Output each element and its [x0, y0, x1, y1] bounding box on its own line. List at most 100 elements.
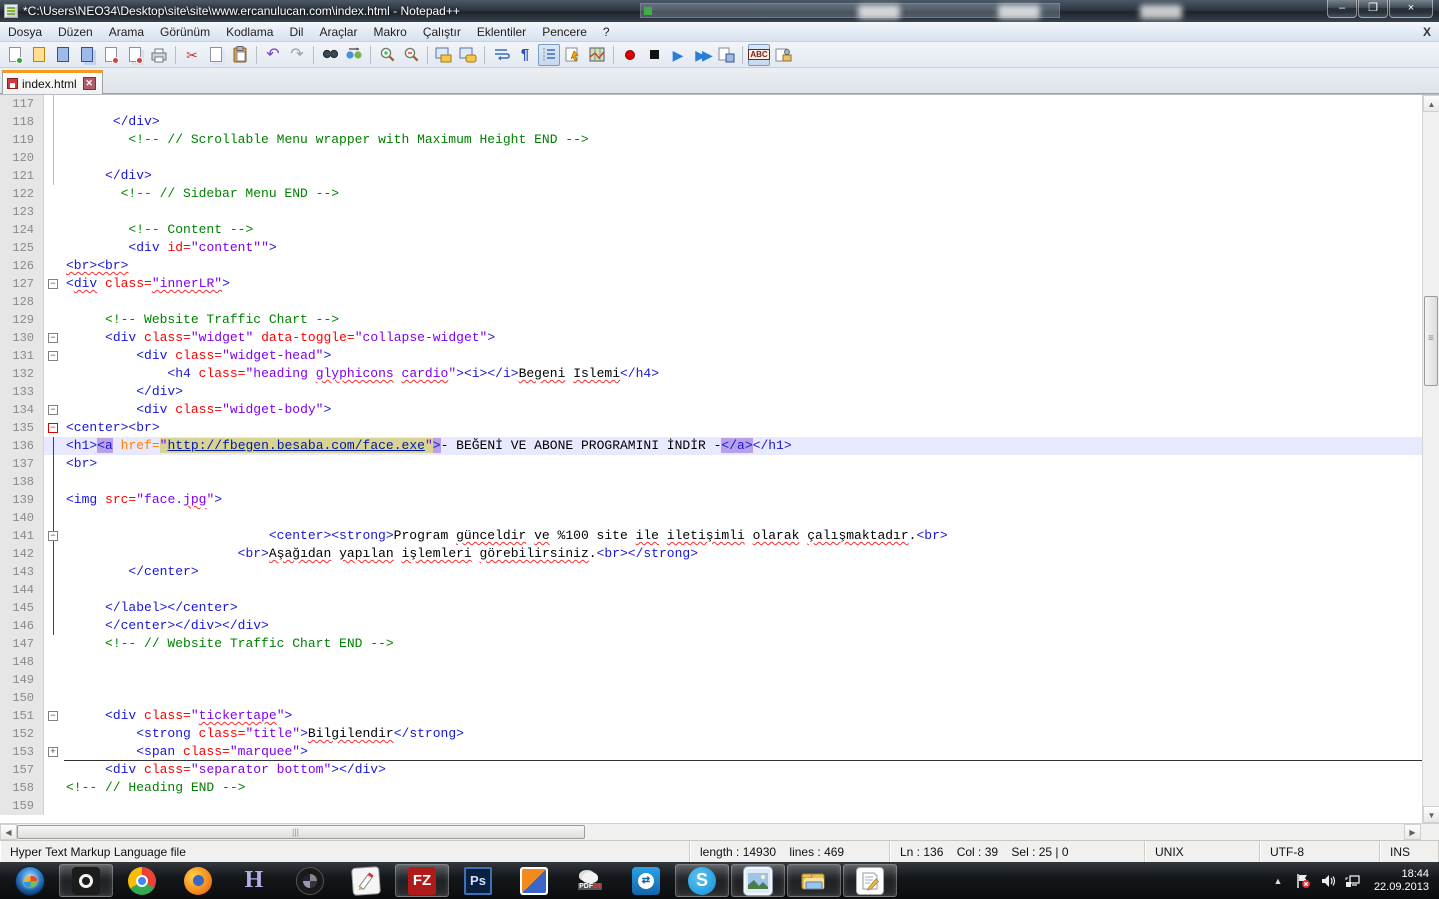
fold-collapse-icon[interactable]: −	[48, 279, 58, 289]
fold-collapse-icon[interactable]: −	[48, 711, 58, 721]
scroll-right-arrow[interactable]: ▶	[1404, 824, 1421, 840]
tray-expand-arrow-icon[interactable]: ▲	[1270, 873, 1286, 889]
menu-item-dosya[interactable]: Dosya	[0, 23, 50, 41]
action-center-flag-icon[interactable]	[1295, 873, 1311, 889]
taskbar-picasa-button[interactable]	[283, 864, 337, 897]
code-line-134[interactable]: 134− <div class="widget-body">	[0, 401, 1422, 419]
code-line-119[interactable]: 119 <!-- // Scrollable Menu wrapper with…	[0, 131, 1422, 149]
fold-collapse-icon[interactable]: −	[48, 405, 58, 415]
code-line-159[interactable]: 159	[0, 797, 1422, 815]
code-line-127[interactable]: 127− <div class="innerLR">	[0, 275, 1422, 293]
code-line-148[interactable]: 148	[0, 653, 1422, 671]
paste-icon[interactable]	[229, 44, 251, 66]
find-icon[interactable]	[319, 44, 341, 66]
menu-item-d-zen[interactable]: Düzen	[50, 23, 101, 41]
horizontal-scrollbar[interactable]: ◀ ▶	[0, 823, 1439, 840]
menu-item-pencere[interactable]: Pencere	[534, 23, 595, 41]
spell-check-icon[interactable]: ABC	[748, 43, 770, 66]
code-line-143[interactable]: 143 </center>	[0, 563, 1422, 581]
scroll-left-arrow[interactable]: ◀	[0, 824, 17, 840]
taskbar-skype-button[interactable]: S	[675, 864, 729, 897]
code-line-129[interactable]: 129 <!-- Website Traffic Chart -->	[0, 311, 1422, 329]
function-completion-icon[interactable]	[562, 44, 584, 66]
zoom-in-icon[interactable]	[376, 44, 398, 66]
show-all-chars-icon[interactable]: ¶	[514, 44, 536, 66]
taskbar-opera-button[interactable]	[59, 864, 113, 897]
minimize-button[interactable]: –	[1327, 0, 1357, 18]
code-line-133[interactable]: 133 </div>	[0, 383, 1422, 401]
close-document-x[interactable]: X	[1423, 25, 1431, 39]
fold-collapse-icon[interactable]: −	[48, 333, 58, 343]
start-record-icon[interactable]	[619, 44, 641, 66]
tab-index-html[interactable]: index.html ✕	[2, 70, 103, 94]
scroll-up-arrow[interactable]: ▲	[1423, 95, 1439, 112]
code-line-117[interactable]: 117	[0, 95, 1422, 113]
start-button[interactable]	[3, 864, 57, 897]
code-line-150[interactable]: 150	[0, 689, 1422, 707]
word-wrap-icon[interactable]	[490, 44, 512, 66]
redo-icon[interactable]: ↷	[286, 44, 308, 66]
menu-item-makro[interactable]: Makro	[365, 23, 414, 41]
code-line-146[interactable]: 146 </center></div></div>	[0, 617, 1422, 635]
zoom-out-icon[interactable]	[400, 44, 422, 66]
menu-item-ara-lar[interactable]: Araçlar	[311, 23, 365, 41]
volume-icon[interactable]	[1320, 873, 1336, 889]
code-line-136[interactable]: 136 <h1><a href="http://fbegen.besaba.com…	[0, 437, 1422, 455]
code-line-158[interactable]: 158 <!-- // Heading END -->	[0, 779, 1422, 797]
code-line-126[interactable]: 126 <br><br>	[0, 257, 1422, 275]
code-line-138[interactable]: 138	[0, 473, 1422, 491]
code-line-123[interactable]: 123	[0, 203, 1422, 221]
code-line-124[interactable]: 124 <!-- Content -->	[0, 221, 1422, 239]
taskbar-vmware-button[interactable]	[507, 864, 561, 897]
fold-collapse-icon[interactable]: −	[48, 351, 58, 361]
editor[interactable]: 117 118 </div> 119 <!-- // Scrollable Menu…	[0, 94, 1439, 823]
close-all-icon[interactable]	[124, 44, 146, 66]
code-line-128[interactable]: 128	[0, 293, 1422, 311]
code-line-151[interactable]: 151− <div class="tickertape">	[0, 707, 1422, 725]
taskbar-photoshop-button[interactable]: Ps	[451, 864, 505, 897]
menu-item-?[interactable]: ?	[595, 23, 618, 41]
code-line-147[interactable]: 147 <!-- // Website Traffic Chart END --…	[0, 635, 1422, 653]
replace-icon[interactable]	[343, 44, 365, 66]
taskbar-h-app-button[interactable]: H	[227, 864, 281, 897]
run-macro-multiple-icon[interactable]: ▶▶	[691, 44, 713, 66]
close-icon[interactable]	[100, 44, 122, 66]
horizontal-scroll-thumb[interactable]	[17, 825, 585, 839]
fold-collapse-icon[interactable]: −	[48, 531, 58, 541]
indent-guide-icon[interactable]	[538, 43, 560, 66]
new-file-icon[interactable]	[4, 44, 26, 66]
sync-horizontal-icon[interactable]	[457, 44, 479, 66]
code-line-125[interactable]: 125 <div id="content"">	[0, 239, 1422, 257]
spell-settings-icon[interactable]	[772, 44, 794, 66]
clock[interactable]: 18:44 22.09.2013	[1374, 868, 1429, 894]
cut-icon[interactable]: ✂	[181, 44, 203, 66]
code-line-135[interactable]: 135− <center><br>	[0, 419, 1422, 437]
stop-record-icon[interactable]	[643, 44, 665, 66]
code-line-118[interactable]: 118 </div>	[0, 113, 1422, 131]
code-line-144[interactable]: 144	[0, 581, 1422, 599]
code-line-121[interactable]: 121 </div>	[0, 167, 1422, 185]
menu-item-eklentiler[interactable]: Eklentiler	[469, 23, 534, 41]
code-line-157[interactable]: 157 <div class="separator bottom"></div>	[0, 761, 1422, 779]
network-icon[interactable]	[1345, 873, 1361, 889]
copy-icon[interactable]	[205, 44, 227, 66]
taskbar-notepadpp-button[interactable]	[843, 864, 897, 897]
restore-button[interactable]: ❐	[1358, 0, 1388, 18]
menu-item-kodlama[interactable]: Kodlama	[218, 23, 281, 41]
taskbar-filezilla-button[interactable]: FZ	[395, 864, 449, 897]
code-line-140[interactable]: 140	[0, 509, 1422, 527]
code-line-131[interactable]: 131− <div class="widget-head">	[0, 347, 1422, 365]
menu-item--al-t-r[interactable]: Çalıştır	[415, 23, 469, 41]
taskbar-explorer-button[interactable]	[787, 864, 841, 897]
close-button[interactable]: ×	[1389, 0, 1433, 18]
code-line-139[interactable]: 139 <img src="face.jpg">	[0, 491, 1422, 509]
code-line-137[interactable]: 137 <br>	[0, 455, 1422, 473]
taskbar-pdf24-button[interactable]: PDF24	[563, 864, 617, 897]
taskbar-chrome-button[interactable]	[115, 864, 169, 897]
menu-item-g-r-n-m[interactable]: Görünüm	[152, 23, 218, 41]
save-icon[interactable]	[52, 44, 74, 66]
taskbar-paint-button[interactable]	[339, 864, 393, 897]
menu-item-dil[interactable]: Dil	[281, 23, 311, 41]
tab-close-icon[interactable]: ✕	[82, 77, 96, 90]
code-line-120[interactable]: 120	[0, 149, 1422, 167]
